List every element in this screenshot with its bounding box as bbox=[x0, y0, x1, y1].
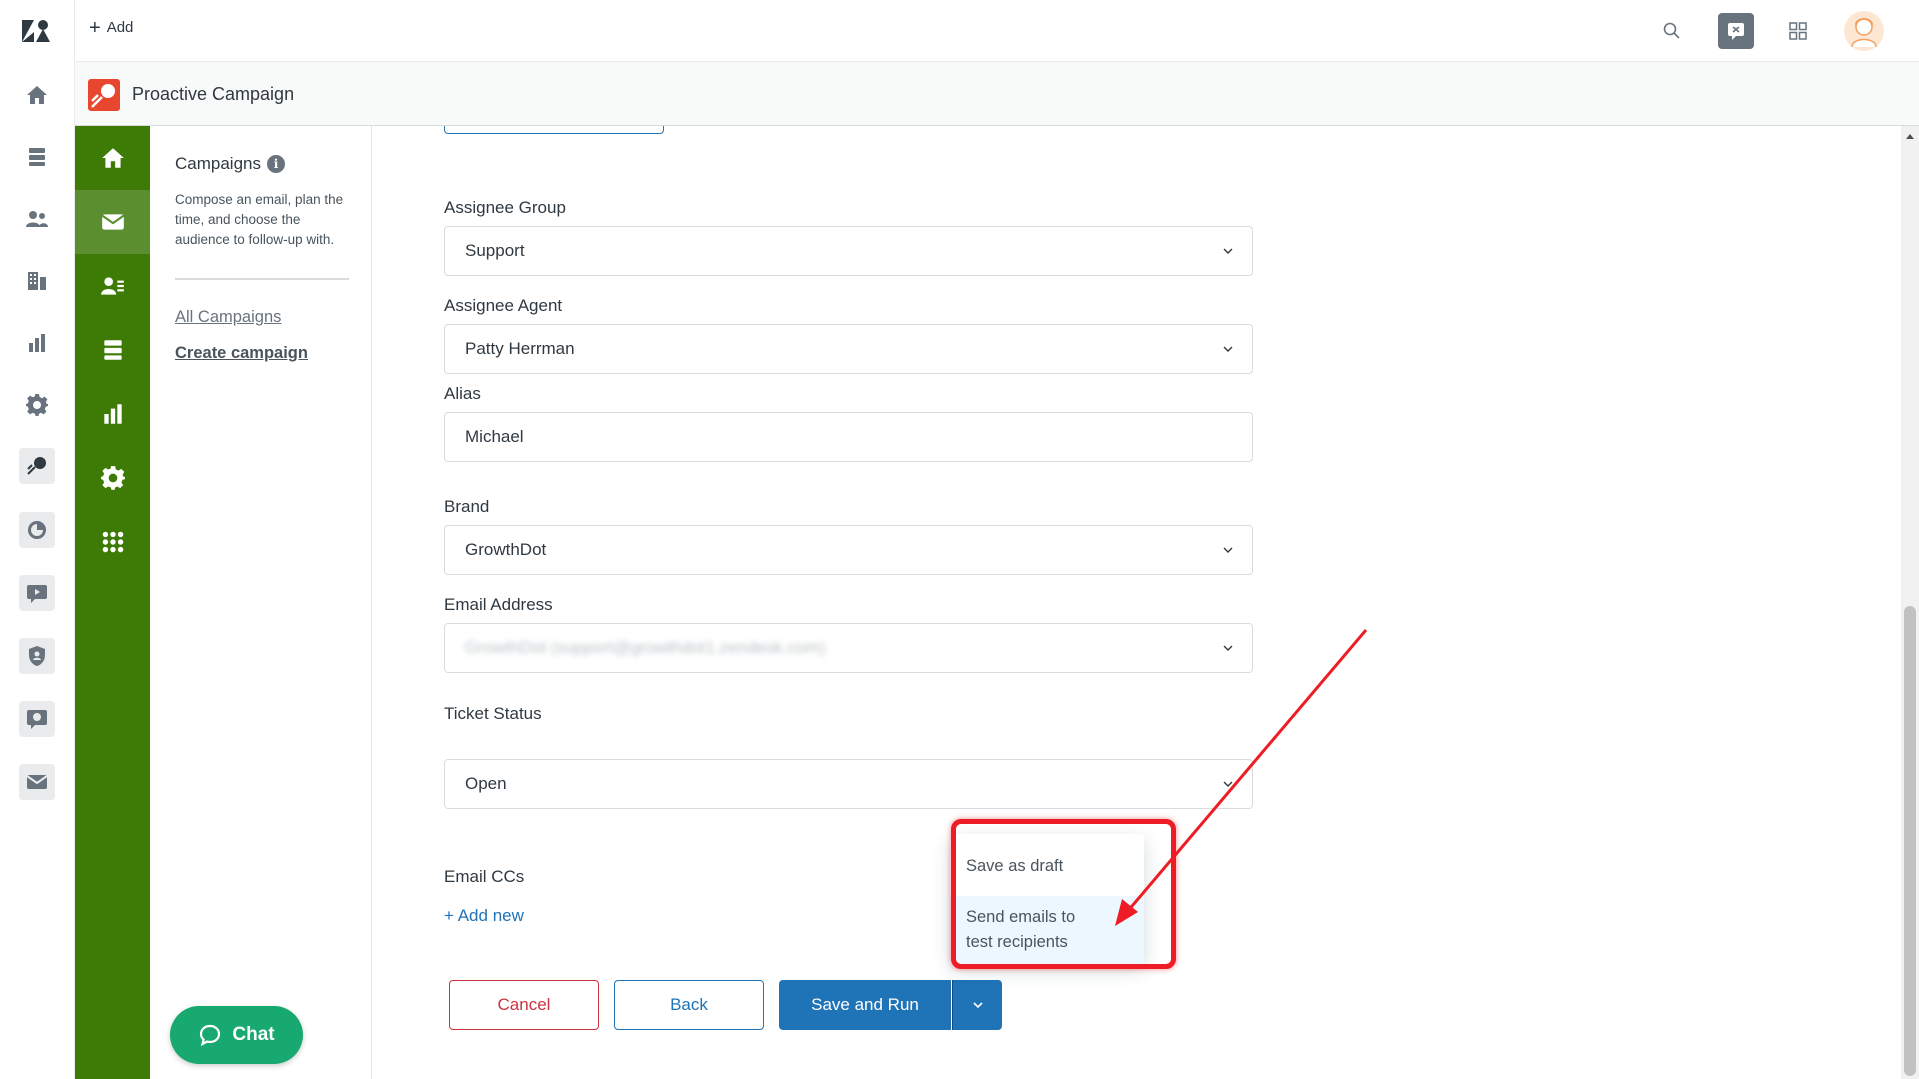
app-nav-home-icon[interactable] bbox=[75, 126, 150, 190]
info-icon[interactable]: i bbox=[267, 155, 285, 173]
cancel-button[interactable]: Cancel bbox=[449, 980, 599, 1030]
organizations-icon[interactable] bbox=[22, 266, 52, 296]
campaign-form: Assignee Group Support Assignee Agent Pa… bbox=[373, 126, 1901, 1079]
chat-label: Chat bbox=[232, 1024, 275, 1045]
app-icon-2[interactable] bbox=[19, 512, 55, 548]
chevron-down-icon bbox=[1223, 645, 1233, 651]
app-title: Proactive Campaign bbox=[132, 84, 295, 104]
email-address-label: Email Address bbox=[444, 595, 553, 614]
assignee-agent-value: Patty Herrman bbox=[465, 339, 575, 358]
add-button-label: Add bbox=[106, 19, 134, 36]
menu-item-send-test-emails[interactable]: Send emails to test recipients bbox=[950, 896, 1144, 964]
sidebar-link-create-campaign[interactable]: Create campaign bbox=[175, 344, 308, 363]
chat-bubble-icon bbox=[200, 1024, 221, 1047]
ticket-status-value: Open bbox=[465, 774, 507, 793]
save-options-dropdown-button[interactable] bbox=[952, 980, 1002, 1030]
app-icon-6[interactable] bbox=[19, 764, 55, 800]
app-nav-campaigns-mail-icon[interactable] bbox=[75, 190, 150, 254]
app-header: Proactive Campaign bbox=[75, 62, 1919, 126]
assignee-agent-label: Assignee Agent bbox=[444, 296, 563, 315]
settings-gear-icon[interactable] bbox=[22, 390, 52, 420]
proactive-campaign-app-icon[interactable] bbox=[19, 448, 55, 484]
top-bar: + Add bbox=[75, 0, 1919, 62]
app-nav-settings-gear-icon[interactable] bbox=[75, 446, 150, 510]
brand-select[interactable]: GrowthDot bbox=[444, 525, 1253, 575]
menu-item-save-as-draft[interactable]: Save as draft bbox=[950, 848, 1144, 885]
alias-label: Alias bbox=[444, 384, 481, 403]
ticket-status-select[interactable]: Open bbox=[444, 759, 1253, 809]
zendesk-logo-icon[interactable] bbox=[20, 18, 54, 44]
app-icon-5[interactable] bbox=[19, 701, 55, 737]
app-icon-3[interactable] bbox=[19, 575, 55, 611]
brand-label: Brand bbox=[444, 497, 490, 516]
search-icon[interactable] bbox=[1655, 14, 1689, 48]
conversations-icon[interactable] bbox=[1718, 13, 1754, 49]
assignee-group-select[interactable]: Support bbox=[444, 226, 1253, 276]
previous-field-edge[interactable] bbox=[444, 126, 664, 134]
back-button[interactable]: Back bbox=[614, 980, 764, 1030]
reporting-icon[interactable] bbox=[22, 328, 52, 358]
alias-value: Michael bbox=[465, 427, 524, 446]
chat-launcher-button[interactable]: Chat bbox=[170, 1006, 303, 1064]
assignee-group-value: Support bbox=[465, 241, 525, 260]
ticket-status-label: Ticket Status bbox=[444, 704, 542, 723]
brand-value: GrowthDot bbox=[465, 540, 547, 559]
email-address-value: GrowthDot (support@growthdot1.zendesk.co… bbox=[465, 638, 826, 657]
app-nav bbox=[75, 126, 150, 1079]
global-nav-rail bbox=[0, 0, 75, 1079]
sidebar-link-all-campaigns[interactable]: All Campaigns bbox=[175, 308, 281, 327]
app-nav-contacts-icon[interactable] bbox=[75, 254, 150, 318]
sidebar-description: Compose an email, plan the time, and cho… bbox=[175, 192, 344, 247]
campaigns-sidebar: Campaigns i Compose an email, plan the t… bbox=[150, 126, 372, 1079]
proactive-campaign-logo-icon bbox=[88, 79, 120, 111]
user-avatar[interactable] bbox=[1844, 11, 1884, 51]
plus-icon: + bbox=[89, 16, 101, 39]
home-icon[interactable] bbox=[22, 80, 52, 110]
app-nav-more-apps-icon[interactable] bbox=[75, 510, 150, 574]
chevron-down-icon bbox=[1223, 248, 1233, 254]
alias-input[interactable]: Michael bbox=[444, 412, 1253, 462]
add-button[interactable]: + Add bbox=[89, 16, 134, 39]
plus-icon: + bbox=[444, 906, 458, 925]
chevron-down-icon bbox=[1223, 781, 1233, 787]
sidebar-divider bbox=[175, 278, 349, 280]
assignee-agent-select[interactable]: Patty Herrman bbox=[444, 324, 1253, 374]
chevron-down-icon bbox=[1223, 346, 1233, 352]
chevron-down-icon bbox=[1223, 547, 1233, 553]
assignee-group-label: Assignee Group bbox=[444, 198, 566, 217]
main-scrollbar[interactable] bbox=[1901, 126, 1919, 1079]
add-new-cc-link[interactable]: + Add new bbox=[444, 906, 524, 926]
save-options-menu: Save as draft Send emails to test recipi… bbox=[950, 834, 1144, 964]
chevron-down-icon bbox=[972, 1002, 983, 1009]
products-grid-icon[interactable] bbox=[1781, 14, 1815, 48]
email-address-select[interactable]: GrowthDot (support@growthdot1.zendesk.co… bbox=[444, 623, 1253, 673]
sidebar-heading: Campaigns i bbox=[175, 154, 285, 174]
email-ccs-label: Email CCs bbox=[444, 867, 525, 886]
sidebar-heading-text: Campaigns bbox=[175, 154, 261, 173]
app-nav-reports-icon[interactable] bbox=[75, 382, 150, 446]
scroll-up-arrow-icon[interactable] bbox=[1906, 134, 1914, 139]
views-icon[interactable] bbox=[22, 142, 52, 172]
customers-icon[interactable] bbox=[22, 204, 52, 234]
save-and-run-button[interactable]: Save and Run bbox=[779, 980, 951, 1030]
scrollbar-thumb[interactable] bbox=[1904, 606, 1916, 1076]
app-icon-4[interactable] bbox=[19, 638, 55, 674]
app-nav-templates-icon[interactable] bbox=[75, 318, 150, 382]
add-new-label: Add new bbox=[457, 906, 524, 925]
